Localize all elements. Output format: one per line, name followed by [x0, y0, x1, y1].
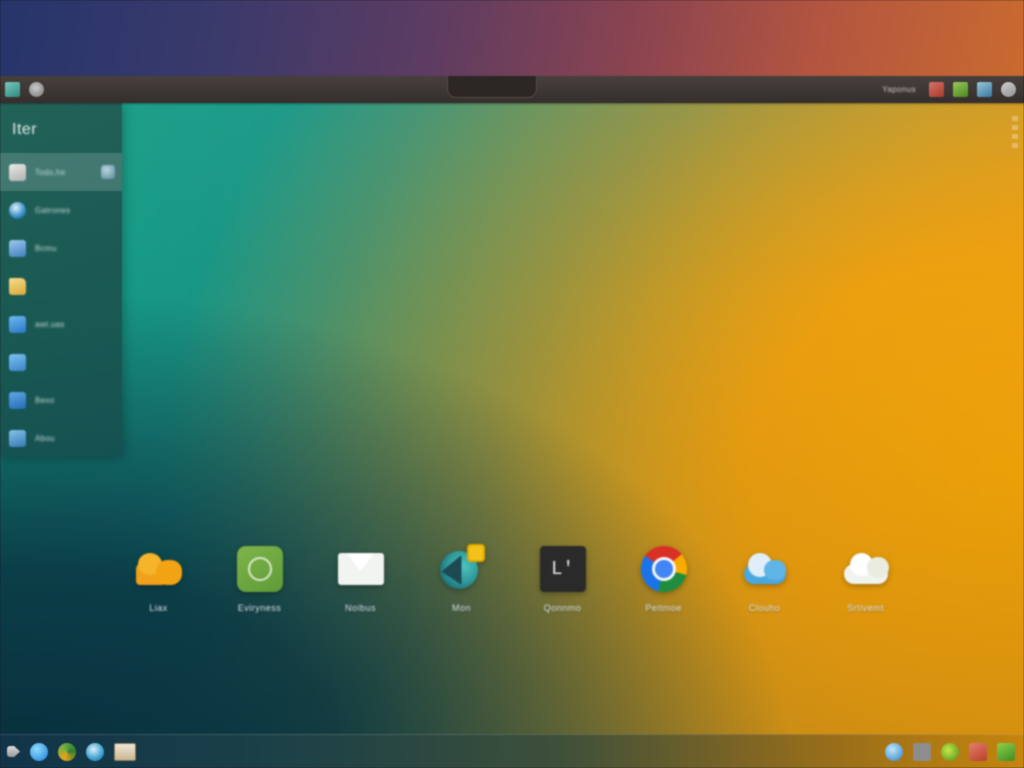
screen-notch: [447, 76, 537, 98]
sphere-badge-icon: [437, 544, 487, 594]
sidebar-item-5[interactable]: [0, 343, 122, 381]
settings-icon: [9, 429, 26, 447]
sidebar-item-3[interactable]: [0, 267, 122, 305]
dock-item-label: Srtivemt: [846, 603, 884, 613]
disc-player-icon[interactable]: [86, 742, 104, 761]
network-tray-icon[interactable]: [885, 742, 903, 761]
dock-item-label: Eviryness: [237, 603, 282, 613]
taskbar-tray: [885, 742, 1024, 761]
terminal-icon: L': [538, 544, 588, 594]
taskbar: [0, 734, 1024, 768]
sidebar-item-label: Bcmu: [35, 243, 57, 253]
document-icon: [9, 239, 26, 257]
network-icon[interactable]: [29, 82, 44, 97]
archive-tray-icon[interactable]: [969, 742, 987, 761]
sidebar-item-1[interactable]: Gatrones: [0, 191, 122, 229]
sidebar-item-4[interactable]: awt.uas: [0, 305, 122, 343]
orange-cloud-icon: [134, 544, 184, 594]
desktop-dock: Liax Eviryness Noibus Mon L' Qonnmo Peit…: [0, 544, 1024, 613]
top-panel-left-icons: [0, 82, 44, 97]
scroll-marker: [1012, 125, 1018, 130]
dock-item-peitmoe[interactable]: Peitmoe: [626, 544, 701, 613]
media-icon: [9, 315, 26, 333]
messaging-icon[interactable]: [929, 82, 944, 97]
tray-label: Yaponus: [882, 85, 916, 94]
calculator-icon: [9, 163, 26, 181]
tool-icon: [9, 353, 26, 371]
update-tray-icon[interactable]: [941, 742, 959, 761]
clock-icon: [9, 201, 26, 219]
sidebar-item-label: awt.uas: [35, 319, 65, 329]
sidebar-item-label: Todo,he: [35, 167, 66, 177]
dock-item-liax[interactable]: Liax: [121, 544, 196, 613]
power-icon[interactable]: [1001, 82, 1016, 97]
scroll-marker: [1012, 116, 1018, 121]
dock-item-label: Noibus: [344, 603, 376, 613]
keyboard-icon[interactable]: [977, 82, 992, 97]
sidebar-item-6[interactable]: Bexo: [0, 381, 122, 419]
folder-icon: [9, 277, 26, 295]
dock-item-label: Qonnmo: [543, 603, 582, 613]
blue-cloud-icon: [740, 544, 790, 594]
chrome-browser-icon: [639, 544, 689, 594]
dock-item-srtivemt[interactable]: Srtivemt: [828, 544, 903, 613]
taskbar-launchers: [0, 742, 136, 761]
dock-item-label: Mon: [451, 603, 471, 613]
mail-envelope-icon: [336, 544, 386, 594]
firefox-icon[interactable]: [58, 742, 76, 761]
dock-item-label: Peitmoe: [645, 603, 682, 613]
start-menu-icon[interactable]: [7, 746, 20, 757]
top-panel-tray: Yaponus: [882, 82, 1024, 97]
sidebar-item-7[interactable]: Abou: [0, 419, 122, 456]
battery-icon[interactable]: [953, 82, 968, 97]
dock-item-qonnmo[interactable]: L' Qonnmo: [525, 544, 600, 613]
app-icon: [9, 391, 26, 409]
person-icon: [101, 165, 115, 179]
dock-item-label: Clouho: [748, 603, 781, 613]
white-cloud-icon: [841, 544, 891, 594]
window-scroll-markers[interactable]: [1012, 116, 1018, 148]
scroll-marker: [1012, 143, 1018, 148]
scroll-marker: [1012, 134, 1018, 139]
blue-sphere-icon[interactable]: [30, 742, 48, 761]
wallpaper-sky: [0, 0, 1024, 76]
document-thumbnail-icon[interactable]: [114, 742, 136, 761]
desktop-screen: Yaponus Iter Todo,he Gatrones Bcmu awt.u…: [0, 0, 1024, 768]
dock-item-eviryness[interactable]: Eviryness: [222, 544, 297, 613]
dock-item-noibus[interactable]: Noibus: [323, 544, 398, 613]
sidebar-item-0[interactable]: Todo,he: [0, 153, 122, 191]
spreadsheet-tray-icon[interactable]: [997, 742, 1015, 761]
menu-item-list: Todo,he Gatrones Bcmu awt.uas Bexo Abou: [0, 153, 122, 456]
sidebar-item-label: Abou: [35, 433, 55, 443]
wallpaper-field: [0, 76, 1024, 768]
app-grid-icon[interactable]: [5, 82, 20, 97]
dock-item-label: Liax: [149, 603, 168, 613]
dock-item-mon[interactable]: Mon: [424, 544, 499, 613]
sidebar-item-2[interactable]: Bcmu: [0, 229, 122, 267]
dock-item-clouho[interactable]: Clouho: [727, 544, 802, 613]
application-menu-panel: Iter Todo,he Gatrones Bcmu awt.uas Bexo …: [0, 103, 122, 456]
green-app-icon: [235, 544, 285, 594]
sidebar-item-label: Bexo: [35, 395, 55, 405]
volume-tray-icon[interactable]: [913, 742, 931, 761]
menu-title: Iter: [12, 121, 38, 138]
sidebar-item-label: Gatrones: [35, 205, 71, 215]
